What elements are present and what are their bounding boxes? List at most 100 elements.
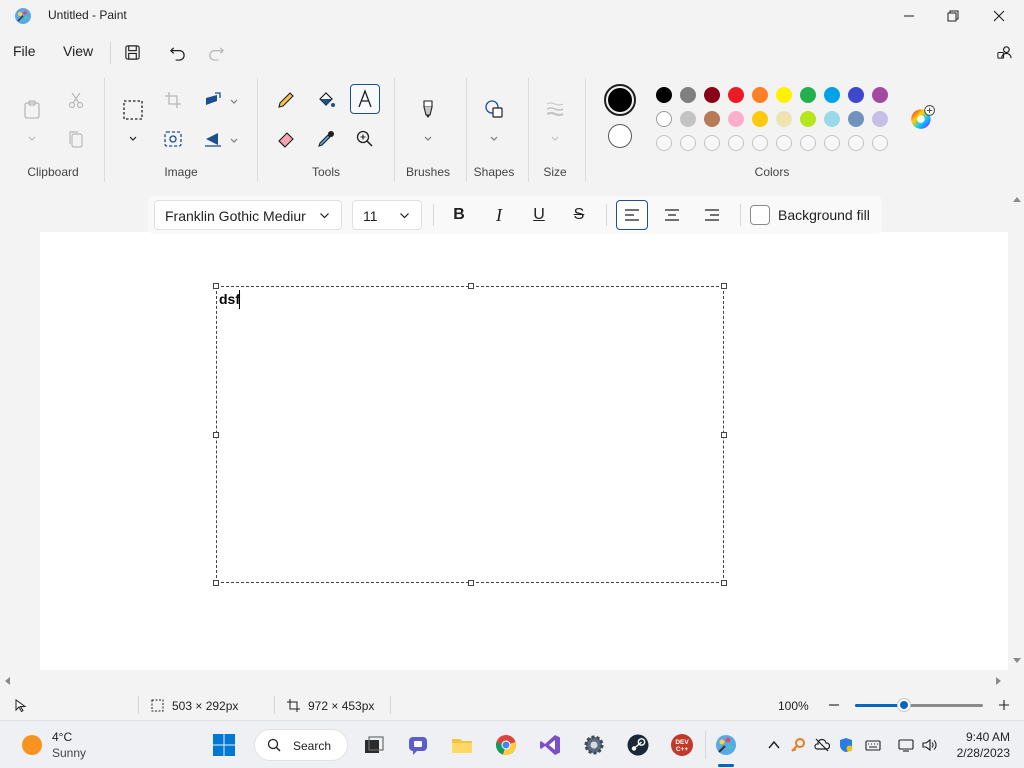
palette-color-swatch[interactable] (800, 111, 816, 127)
palette-color-swatch[interactable] (752, 111, 768, 127)
custom-color-slot[interactable] (656, 135, 672, 151)
bold-button[interactable]: B (443, 200, 475, 230)
brushes-dropdown[interactable] (423, 132, 433, 141)
size-button[interactable] (540, 94, 570, 124)
keyboard-button[interactable] (864, 736, 882, 754)
eraser-tool[interactable] (271, 124, 301, 154)
steam-button[interactable] (624, 731, 652, 759)
undo-button[interactable] (163, 40, 191, 64)
resize-handle-top-left[interactable] (213, 283, 219, 289)
background-fill-checkbox[interactable] (750, 205, 770, 225)
tray-app-key[interactable] (789, 736, 807, 754)
resize-handle-bottom-left[interactable] (213, 580, 219, 586)
network-button[interactable] (897, 736, 915, 754)
text-tool[interactable] (350, 84, 380, 114)
resize-button[interactable] (198, 85, 228, 115)
security-button[interactable] (837, 736, 855, 754)
resize-dropdown[interactable] (229, 95, 239, 104)
volume-button[interactable] (920, 736, 938, 754)
palette-color-swatch[interactable] (680, 87, 696, 103)
color-picker-tool[interactable] (311, 124, 341, 154)
resize-handle-top[interactable] (468, 283, 474, 289)
vertical-scrollbar[interactable] (1010, 190, 1024, 674)
resize-handle-right[interactable] (721, 432, 727, 438)
strikethrough-button[interactable]: S (563, 200, 595, 230)
palette-color-swatch[interactable] (776, 87, 792, 103)
custom-color-slot[interactable] (848, 135, 864, 151)
resize-handle-bottom-right[interactable] (721, 580, 727, 586)
align-center-button[interactable] (656, 200, 688, 230)
file-explorer-button[interactable] (448, 731, 476, 759)
rotate-button[interactable] (198, 124, 228, 154)
custom-color-slot[interactable] (824, 135, 840, 151)
brushes-button[interactable] (413, 94, 443, 124)
chrome-button[interactable] (492, 731, 520, 759)
align-left-button[interactable] (616, 200, 648, 230)
edit-colors-button[interactable] (907, 103, 937, 133)
italic-button[interactable]: I (483, 200, 515, 230)
clock-date[interactable]: 2/28/2023 (946, 746, 1010, 760)
paint-taskbar-button[interactable] (712, 731, 740, 759)
close-button[interactable] (976, 0, 1022, 32)
palette-color-swatch[interactable] (872, 111, 888, 127)
cut-button[interactable] (61, 85, 91, 115)
account-button[interactable] (990, 40, 1018, 64)
palette-color-swatch[interactable] (656, 111, 672, 127)
image-select-button[interactable] (158, 124, 188, 154)
resize-handle-bottom[interactable] (468, 580, 474, 586)
clock-time[interactable]: 9:40 AM (958, 730, 1010, 744)
crop-button[interactable] (158, 85, 188, 115)
shapes-button[interactable] (479, 94, 509, 124)
zoom-out-icon[interactable] (828, 699, 840, 711)
weather-widget[interactable] (20, 733, 44, 757)
visual-studio-button[interactable] (536, 731, 564, 759)
horizontal-scrollbar[interactable] (0, 674, 1010, 688)
rotate-dropdown[interactable] (229, 134, 239, 143)
custom-color-slot[interactable] (704, 135, 720, 151)
palette-color-swatch[interactable] (776, 111, 792, 127)
underline-button[interactable]: U (523, 200, 555, 230)
teams-chat-button[interactable] (404, 731, 432, 759)
paste-dropdown[interactable] (27, 132, 37, 141)
magnifier-tool[interactable] (350, 124, 380, 154)
minimize-button[interactable] (886, 0, 932, 32)
shapes-dropdown[interactable] (489, 132, 499, 141)
start-button[interactable] (210, 731, 238, 759)
palette-color-swatch[interactable] (704, 111, 720, 127)
taskbar-search[interactable]: Search (254, 729, 348, 761)
palette-color-swatch[interactable] (728, 111, 744, 127)
zoom-in-icon[interactable] (998, 699, 1010, 711)
palette-color-swatch[interactable] (752, 87, 768, 103)
palette-color-swatch[interactable] (848, 111, 864, 127)
custom-color-slot[interactable] (800, 135, 816, 151)
custom-color-slot[interactable] (872, 135, 888, 151)
copy-button[interactable] (61, 124, 91, 154)
paste-button[interactable] (17, 94, 47, 124)
resize-handle-left[interactable] (213, 432, 219, 438)
palette-color-swatch[interactable] (728, 87, 744, 103)
custom-color-slot[interactable] (728, 135, 744, 151)
dev-cpp-button[interactable]: DEV C++ (668, 731, 696, 759)
custom-color-slot[interactable] (776, 135, 792, 151)
palette-color-swatch[interactable] (872, 87, 888, 103)
onedrive-button[interactable] (813, 736, 831, 754)
redo-button[interactable] (202, 40, 230, 64)
palette-color-swatch[interactable] (704, 87, 720, 103)
zoom-slider-thumb[interactable] (898, 699, 910, 711)
task-view-button[interactable] (360, 731, 388, 759)
select-button[interactable] (118, 95, 148, 125)
palette-color-swatch[interactable] (680, 111, 696, 127)
font-size-select[interactable]: 11 (352, 200, 422, 230)
select-dropdown[interactable] (128, 132, 138, 141)
primary-color[interactable] (604, 84, 636, 116)
size-dropdown[interactable] (550, 132, 560, 141)
file-menu[interactable]: File (13, 43, 36, 59)
restore-button[interactable] (930, 0, 976, 32)
palette-color-swatch[interactable] (848, 87, 864, 103)
view-menu[interactable]: View (63, 43, 93, 59)
pencil-tool[interactable] (271, 85, 301, 115)
show-hidden-icons-button[interactable] (765, 736, 783, 754)
font-family-select[interactable]: Franklin Gothic Mediur (154, 200, 342, 230)
secondary-color[interactable] (608, 124, 632, 148)
custom-color-slot[interactable] (680, 135, 696, 151)
